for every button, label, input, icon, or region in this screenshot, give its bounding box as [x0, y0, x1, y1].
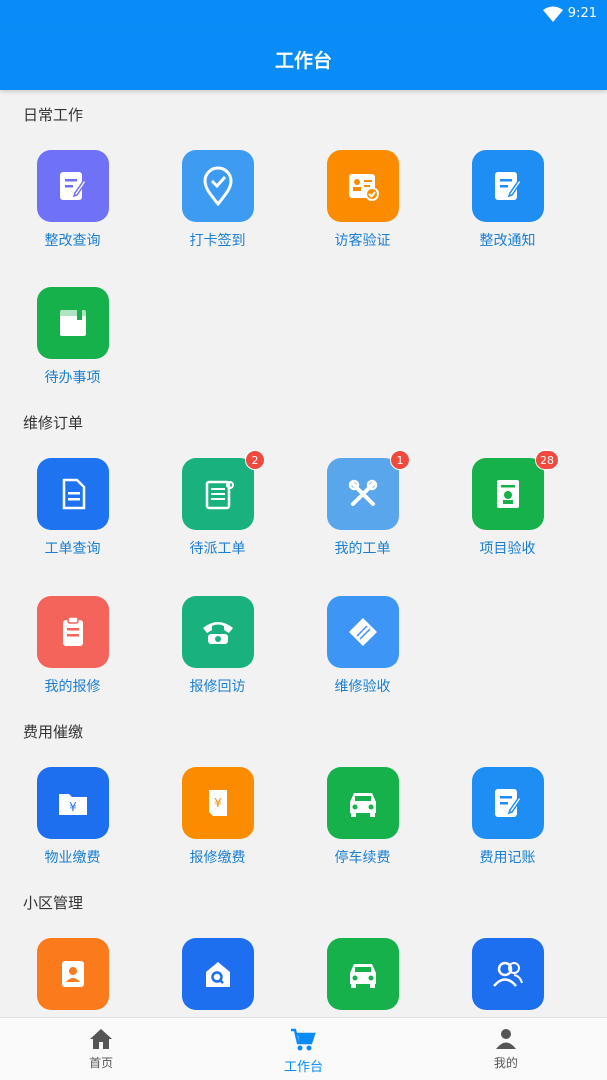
badge-count: 28 — [535, 450, 559, 470]
tile-rectify-notice[interactable]: 整改通知 — [435, 150, 580, 280]
tile-label: 整改查询 — [44, 233, 101, 249]
tile-community-house[interactable] — [145, 938, 290, 1017]
tile-community-residents[interactable] — [435, 938, 580, 1017]
section-title-repair: 维修订单 — [23, 414, 84, 432]
home-icon — [90, 1029, 113, 1049]
workbench-content[interactable]: 日常工作 整改查询 打卡签到 访客验证 整改通知 待办事项 维修订单 工单查询 … — [0, 90, 607, 1017]
scroll-list-icon — [182, 458, 254, 530]
clipboard-icon — [37, 596, 109, 668]
section-title-daily: 日常工作 — [23, 106, 84, 124]
svg-text:¥: ¥ — [214, 796, 222, 810]
brush-icon — [327, 596, 399, 668]
house-search-icon — [182, 938, 254, 1010]
person-icon — [495, 1029, 516, 1049]
section-title-fee: 费用催缴 — [23, 723, 84, 741]
telephone-icon — [182, 596, 254, 668]
tile-label: 整改通知 — [479, 233, 536, 249]
app-bar: 工作台 — [0, 28, 607, 90]
badge-count: 1 — [390, 450, 410, 470]
tab-home[interactable]: 首页 — [0, 1018, 202, 1080]
tile-todo[interactable]: 待办事项 — [0, 287, 145, 417]
car-icon — [327, 938, 399, 1010]
tab-workbench[interactable]: 工作台 — [202, 1018, 404, 1080]
location-pin-icon — [182, 150, 254, 222]
bottom-tab-bar: 首页 工作台 我的 — [0, 1017, 607, 1080]
tile-repair-followup[interactable]: 报修回访 — [145, 596, 290, 726]
tile-check-in[interactable]: 打卡签到 — [145, 150, 290, 280]
tile-community-owner[interactable] — [0, 938, 145, 1017]
edit-document-icon — [472, 767, 544, 839]
edit-document-icon — [472, 150, 544, 222]
tile-label: 项目验收 — [479, 541, 536, 557]
tile-label: 维修验收 — [334, 679, 391, 695]
tile-my-repairs[interactable]: 我的报修 — [0, 596, 145, 726]
car-icon — [327, 767, 399, 839]
tile-label: 物业缴费 — [44, 850, 101, 866]
folder-yuan-icon: ¥ — [37, 767, 109, 839]
tile-pending-dispatch[interactable]: 2 待派工单 — [145, 450, 290, 588]
tab-label: 我的 — [493, 1056, 518, 1070]
tab-label: 工作台 — [283, 1060, 323, 1075]
id-card-check-icon — [327, 150, 399, 222]
tile-label: 报修回访 — [189, 679, 246, 695]
shopping-cart-icon — [291, 1028, 317, 1051]
tab-label: 首页 — [89, 1056, 114, 1070]
tile-label: 我的报修 — [44, 679, 101, 695]
receipt-yuan-icon: ¥ — [182, 767, 254, 839]
todo-box-icon — [37, 287, 109, 359]
tile-label: 报修缴费 — [189, 850, 246, 866]
tile-community-parking[interactable] — [290, 938, 435, 1017]
tile-parking-renew[interactable]: 停车续费 — [290, 767, 435, 897]
certificate-icon — [472, 458, 544, 530]
tile-label: 访客验证 — [334, 233, 391, 249]
document-icon — [37, 458, 109, 530]
tile-label: 工单查询 — [44, 541, 101, 557]
tile-expense-record[interactable]: 费用记账 — [435, 767, 580, 897]
section-title-community: 小区管理 — [23, 894, 84, 912]
tools-icon — [327, 458, 399, 530]
tile-visitor-verify[interactable]: 访客验证 — [290, 150, 435, 280]
page-title: 工作台 — [274, 49, 332, 72]
owner-card-icon — [37, 938, 109, 1010]
tile-label: 我的工单 — [334, 541, 391, 557]
status-time: 9:21 — [567, 6, 597, 21]
status-bar: 9:21 — [0, 0, 607, 28]
tile-label: 费用记账 — [479, 850, 536, 866]
tile-order-query[interactable]: 工单查询 — [0, 458, 145, 588]
tile-repair-fee[interactable]: ¥ 报修缴费 — [145, 767, 290, 897]
tile-property-fee[interactable]: ¥ 物业缴费 — [0, 767, 145, 897]
tile-project-acceptance[interactable]: 28 项目验收 — [435, 450, 580, 588]
users-icon — [472, 938, 544, 1010]
tile-label: 待办事项 — [44, 370, 101, 386]
tile-label: 待派工单 — [189, 541, 246, 557]
tile-rectify-query[interactable]: 整改查询 — [0, 150, 145, 280]
badge-count: 2 — [245, 450, 265, 470]
tile-label: 停车续费 — [334, 850, 391, 866]
tile-repair-acceptance[interactable]: 维修验收 — [290, 596, 435, 726]
tab-mine[interactable]: 我的 — [405, 1018, 607, 1080]
wifi-icon — [543, 6, 563, 22]
svg-text:¥: ¥ — [69, 800, 77, 814]
edit-document-icon — [37, 150, 109, 222]
tile-my-orders[interactable]: 1 我的工单 — [290, 450, 435, 588]
tile-label: 打卡签到 — [189, 233, 246, 249]
